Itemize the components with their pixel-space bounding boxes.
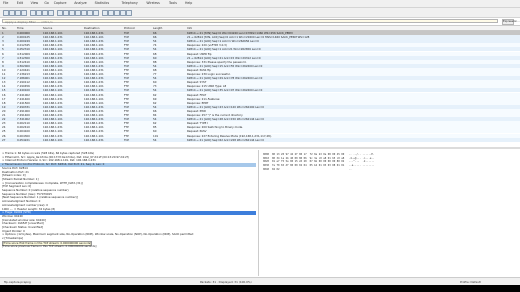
reload-icon[interactable] [48, 10, 54, 16]
menu-statistics[interactable]: Statistics [95, 1, 110, 5]
packet-bytes-pane[interactable]: 0000 00 13 20 97 d4 2f 00 17 f2 0e b3 0e… [260, 150, 520, 276]
column-header-destination[interactable]: Destination [84, 26, 123, 30]
menu-analyze[interactable]: Analyze [74, 1, 87, 5]
resize-columns-icon[interactable] [126, 10, 132, 16]
menu-help[interactable]: Help [185, 1, 192, 5]
display-filter-bar: Apply a display filter … <Ctrl-/> Expres… [0, 18, 520, 26]
screen-border [0, 285, 520, 292]
packet-row[interactable]: 27 9.054221 192.168.1.101 192.168.1.231 TCP 5… [0, 137, 520, 142]
packet-cell: 192.168.1.231 [84, 137, 104, 142]
packet-count: Packets: 31 · Displayed: 31 (100.0%) [200, 279, 252, 284]
menu-capture[interactable]: Capture [54, 1, 67, 5]
menu-view[interactable]: View [31, 1, 39, 5]
menu-tools[interactable]: Tools [169, 1, 177, 5]
packet-cell: 27 [2, 137, 6, 142]
column-header-time[interactable]: Time [17, 26, 42, 30]
display-filter-input[interactable]: Apply a display filter … <Ctrl-/> [2, 19, 498, 24]
menu-telephony[interactable]: Telephony [122, 1, 138, 5]
column-header-protocol[interactable]: Protocol [124, 26, 152, 30]
menu-file[interactable]: File [3, 1, 8, 5]
column-header-no[interactable]: No. [2, 26, 16, 30]
packet-cell: 192.168.1.101 [43, 137, 63, 142]
hex-line: 0040 04 02 .. [263, 167, 352, 171]
packet-details-pane[interactable]: > Frame 1: 66 bytes on wire (528 bits), … [0, 150, 259, 276]
status-bar: ftp-capture.pcapng Packets: 31 · Display… [0, 277, 520, 285]
column-header-source[interactable]: Source [43, 26, 83, 30]
packet-cell: 9.054221 [17, 137, 30, 142]
packet-cell: 54 [153, 137, 157, 142]
expression-button[interactable]: Expression… [502, 19, 520, 25]
profile-label[interactable]: Profile: Default [460, 280, 481, 284]
menu-edit[interactable]: Edit [17, 1, 23, 5]
main-toolbar [0, 8, 520, 18]
packet-list[interactable]: No. Time Source Destination Protocol Length In… [0, 26, 520, 146]
detail-line[interactable]: > Options: (12 bytes), Maximum segment s… [2, 233, 193, 237]
detail-line[interactable]: v Transmission Control Protocol, Src Por… [0, 162, 256, 167]
menu-wireless[interactable]: Wireless [146, 1, 159, 5]
menu-go[interactable]: Go [44, 1, 48, 5]
column-header-length[interactable]: Length [153, 26, 186, 30]
column-header-info[interactable]: Info [187, 26, 517, 30]
options-icon[interactable] [21, 10, 27, 16]
autoscroll-icon[interactable] [93, 10, 99, 16]
capture-file-name: ftp-capture.pcapng [4, 279, 31, 284]
detail-line[interactable]: [Time since previous frame in this TCP s… [2, 244, 96, 249]
wireshark-window: File Edit View Go Capture Analyze Statistics Te… [0, 0, 520, 292]
detail-line[interactable]: > Flags: 0x002 (SYN) [0, 211, 256, 215]
pane-splitter[interactable] [0, 147, 520, 149]
menu-bar: File Edit View Go Capture Analyze Statistics Te… [0, 0, 520, 8]
packet-cell: TCP [124, 137, 129, 142]
packet-cell: 62814 → 21 [ACK] Seq=62 Ack=228 Win=2621… [187, 137, 264, 142]
